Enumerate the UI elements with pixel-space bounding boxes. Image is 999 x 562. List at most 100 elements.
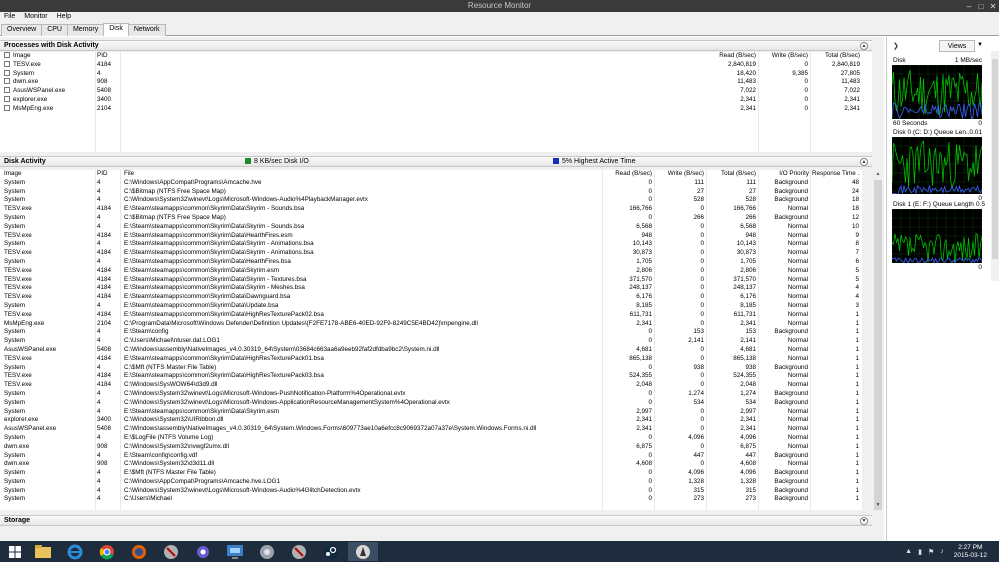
- column-read[interactable]: Read (B/sec): [604, 170, 652, 179]
- disk-activity-row[interactable]: System 4 C:\Windows\System32\winevt\Logs\M…: [0, 390, 862, 399]
- disk-activity-row[interactable]: System 4 C:\Windows\System32\winevt\Logs\M…: [0, 399, 862, 408]
- column-pid[interactable]: PID: [97, 170, 122, 179]
- graph-panel-scrollbar[interactable]: [991, 51, 999, 281]
- tab-network[interactable]: Network: [127, 24, 166, 36]
- process-row[interactable]: AsusWSPanel.exe 5408 7,022 0 7,022: [0, 87, 872, 96]
- process-row[interactable]: System 4 18,420 9,385 27,805: [0, 69, 872, 79]
- disk-activity-row[interactable]: System 4 C:\$Mft (NTFS Master File Table) 0…: [0, 364, 862, 373]
- maximize-icon[interactable]: □: [975, 0, 987, 12]
- scrollbar-thumb[interactable]: [874, 180, 882, 510]
- menu-monitor[interactable]: Monitor: [20, 12, 52, 23]
- flag-icon[interactable]: ⚑: [928, 548, 934, 556]
- disk-activity-row[interactable]: dwm.exe 908 C:\Windows\System32\d3d11.dll 4…: [0, 460, 862, 469]
- minimize-icon[interactable]: –: [963, 0, 975, 12]
- app-icon-2[interactable]: [252, 542, 282, 561]
- disk-activity-section-header[interactable]: Disk Activity 8 KB/sec Disk I/O 5% Highe…: [0, 156, 872, 167]
- process-checkbox[interactable]: [4, 87, 10, 94]
- disk-activity-row[interactable]: TESV.exe 4184 E:\Steam\steamapps\common\Sk…: [0, 249, 862, 258]
- process-row[interactable]: TESV.exe 4184 2,840,819 0 2,840,819: [0, 60, 872, 70]
- disk-activity-row[interactable]: System 4 E:\Steam\steamapps\common\Skyrim\…: [0, 240, 862, 249]
- disk-activity-row[interactable]: AsusWSPanel.exe 5408 C:\Windows\assembly\N…: [0, 425, 862, 434]
- views-dropdown-icon[interactable]: ▼: [977, 42, 983, 48]
- tab-overview[interactable]: Overview: [1, 24, 43, 36]
- column-total[interactable]: Total (B/sec): [708, 170, 756, 179]
- tray-expand-icon[interactable]: ▲: [905, 548, 912, 555]
- disk-activity-row[interactable]: TESV.exe 4184 C:\Windows\SysWOW64\d3d9.dll…: [0, 381, 862, 390]
- disk-activity-row[interactable]: System 4 C:\Windows\AppCompat\Programs\Amc…: [0, 478, 862, 487]
- disk-activity-row[interactable]: TESV.exe 4184 E:\Steam\steamapps\common\Sk…: [0, 276, 862, 285]
- menu-file[interactable]: File: [0, 12, 20, 23]
- collapse-disk-activity-icon[interactable]: ▲: [860, 158, 868, 166]
- disk-activity-row[interactable]: System 4 E:\$Mft (NTFS Master File Table) 0…: [0, 469, 862, 478]
- process-row[interactable]: MsMpEng.exe 2104 2,341 0 2,341: [0, 104, 872, 114]
- scroll-up-icon[interactable]: ▲: [872, 170, 884, 179]
- steam-icon[interactable]: [316, 542, 346, 561]
- disk-activity-row[interactable]: TESV.exe 4184 E:\Steam\steamapps\common\Sk…: [0, 284, 862, 293]
- file-explorer-icon[interactable]: [28, 542, 58, 561]
- process-checkbox[interactable]: [4, 78, 10, 85]
- graph-panel-scroll-thumb[interactable]: [992, 59, 998, 259]
- column-io-priority[interactable]: I/O Priority: [762, 170, 809, 179]
- select-all-checkbox[interactable]: [4, 52, 10, 58]
- processes-section-header[interactable]: Processes with Disk Activity ▲: [0, 40, 872, 51]
- disk-activity-row[interactable]: System 4 E:\Steam\steamapps\common\Skyrim\…: [0, 408, 862, 417]
- scroll-down-icon[interactable]: ▼: [872, 501, 884, 510]
- column-write[interactable]: Write (B/sec): [760, 52, 808, 61]
- column-image[interactable]: Image: [4, 170, 94, 179]
- column-image[interactable]: Image: [4, 52, 94, 61]
- disk-activity-row[interactable]: TESV.exe 4184 E:\Steam\steamapps\common\Sk…: [0, 267, 862, 276]
- column-read[interactable]: Read (B/sec): [690, 52, 756, 61]
- start-icon[interactable]: [0, 542, 30, 561]
- disk-activity-row[interactable]: TESV.exe 4184 E:\Steam\steamapps\common\Sk…: [0, 205, 862, 214]
- disk-activity-row[interactable]: System 4 C:\$Bitmap (NTFS Free Space Map) 0…: [0, 214, 862, 223]
- process-row[interactable]: dwm.exe 908 11,483 0 11,483: [0, 78, 872, 87]
- disk-activity-row[interactable]: System 4 E:\$LogFile (NTFS Volume Log) 0 4,0…: [0, 434, 862, 443]
- disk-activity-row[interactable]: AsusWSPanel.exe 5408 C:\Windows\assembly\N…: [0, 346, 862, 355]
- disk-activity-row[interactable]: System 4 C:\Windows\System32\winevt\Logs\M…: [0, 196, 862, 205]
- disk-activity-row[interactable]: System 4 E:\Steam\config 0 153 153 Background 1: [0, 328, 862, 337]
- column-pid[interactable]: PID: [97, 52, 122, 61]
- disk-activity-row[interactable]: TESV.exe 4184 E:\Steam\steamapps\common\Sk…: [0, 293, 862, 302]
- disk-activity-row[interactable]: System 4 E:\Steam\steamapps\common\Skyrim\…: [0, 302, 862, 311]
- firefox-icon[interactable]: [124, 542, 154, 561]
- disk-activity-row[interactable]: explorer.exe 3400 C:\Windows\System32\UIRi…: [0, 416, 862, 425]
- collapse-panel-icon[interactable]: ❯: [893, 42, 899, 50]
- disk-activity-row[interactable]: System 4 E:\Steam\steamapps\common\Skyrim\…: [0, 223, 862, 232]
- settings-gear-icon[interactable]: [188, 542, 218, 561]
- chrome-icon[interactable]: [92, 542, 122, 561]
- app-icon-3[interactable]: [284, 542, 314, 561]
- disk-activity-row[interactable]: System 4 C:\Users\Michael 0 273 273 Background…: [0, 495, 862, 504]
- column-total[interactable]: Total (B/sec): [812, 52, 860, 61]
- disk-activity-row[interactable]: TESV.exe 4184 E:\Steam\steamapps\common\Sk…: [0, 372, 862, 381]
- column-write[interactable]: Write (B/sec): [656, 170, 704, 179]
- app-icon-4[interactable]: [348, 542, 378, 561]
- expand-storage-icon[interactable]: ▼: [860, 517, 868, 525]
- volume-icon[interactable]: ♪: [940, 548, 944, 555]
- column-file[interactable]: File: [124, 170, 424, 179]
- clock[interactable]: 2:27 PM 2015-03-12: [954, 544, 987, 560]
- disk-activity-row[interactable]: MsMpEng.exe 2104 C:\ProgramData\Microsoft\…: [0, 320, 862, 329]
- app-icon-1[interactable]: [156, 542, 186, 561]
- disk-activity-row[interactable]: dwm.exe 908 C:\Windows\System32\nvwgf2umx.…: [0, 443, 862, 452]
- control-panel-icon[interactable]: [220, 542, 250, 561]
- disk-activity-row[interactable]: System 4 C:\Windows\System32\winevt\Logs\M…: [0, 487, 862, 496]
- process-row[interactable]: explorer.exe 3400 2,341 0 2,341: [0, 95, 872, 105]
- internet-explorer-icon[interactable]: [60, 542, 90, 561]
- disk-activity-row[interactable]: System 4 E:\Steam\config\config.vdf 0 447 447…: [0, 452, 862, 461]
- disk-activity-row[interactable]: System 4 C:\Users\Michael\ntuser.dat.LOG1 0…: [0, 337, 862, 346]
- network-icon[interactable]: ▮: [918, 548, 922, 556]
- tab-disk[interactable]: Disk: [103, 23, 129, 36]
- disk-activity-row[interactable]: TESV.exe 4184 E:\Steam\steamapps\common\Sk…: [0, 232, 862, 241]
- disk-activity-scrollbar[interactable]: ▲ ▼: [872, 170, 884, 510]
- views-button[interactable]: Views: [939, 40, 975, 52]
- tab-cpu[interactable]: CPU: [41, 24, 68, 36]
- disk-activity-row[interactable]: TESV.exe 4184 E:\Steam\steamapps\common\Sk…: [0, 311, 862, 320]
- collapse-processes-icon[interactable]: ▲: [860, 42, 868, 50]
- process-checkbox[interactable]: [4, 104, 10, 111]
- storage-section-header[interactable]: Storage ▼: [0, 515, 872, 526]
- disk-activity-row[interactable]: System 4 E:\Steam\steamapps\common\Skyrim\…: [0, 258, 862, 267]
- process-checkbox[interactable]: [4, 69, 10, 76]
- disk-activity-row[interactable]: TESV.exe 4184 E:\Steam\steamapps\common\Sk…: [0, 355, 862, 364]
- process-checkbox[interactable]: [4, 60, 10, 67]
- process-checkbox[interactable]: [4, 95, 10, 102]
